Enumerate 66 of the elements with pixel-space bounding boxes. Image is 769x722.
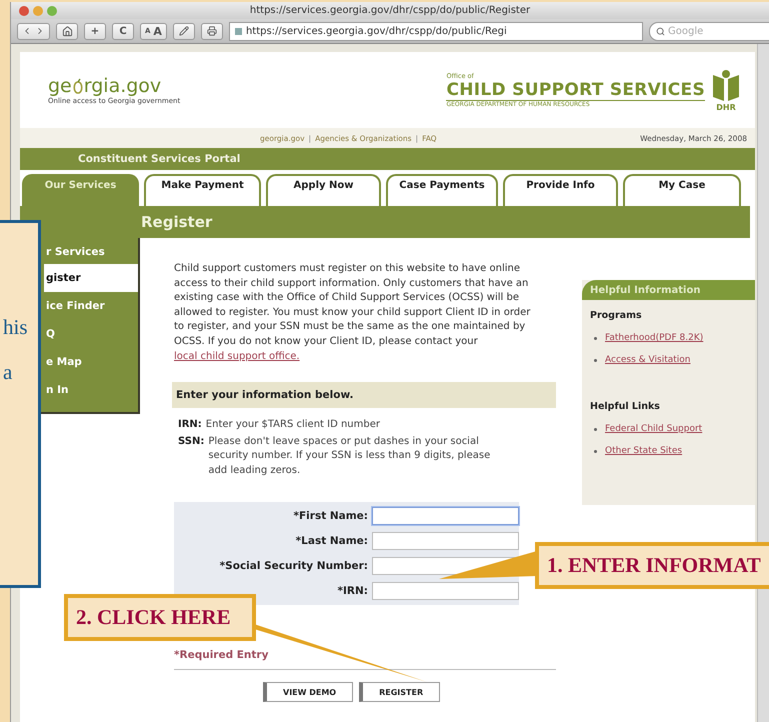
callout-text: his bbox=[3, 317, 28, 338]
edit-button[interactable] bbox=[172, 22, 195, 40]
address-field[interactable]: https://services.georgia.gov/dhr/cspp/do/public/Regi bbox=[228, 22, 643, 40]
peach-icon bbox=[72, 78, 84, 94]
input-field[interactable] bbox=[372, 582, 519, 600]
note-term: SSN: bbox=[178, 434, 204, 449]
nav-tab[interactable]: Provide Info bbox=[503, 174, 618, 208]
form-heading: Enter your information below. bbox=[172, 382, 556, 408]
required-note: *Required Entry bbox=[174, 649, 270, 662]
bullet-icon bbox=[594, 428, 597, 430]
home-button[interactable] bbox=[56, 22, 78, 40]
sidebar-item[interactable]: Q bbox=[44, 320, 138, 348]
bullet-icon bbox=[594, 336, 597, 340]
portal-bar: Constituent Services Portal bbox=[20, 148, 755, 170]
panel-heading: Programs bbox=[589, 309, 643, 323]
nav-tab[interactable]: Apply Now bbox=[266, 174, 381, 208]
logo-text: ge bbox=[48, 75, 72, 97]
back-forward-button[interactable] bbox=[17, 22, 50, 40]
field-label: *IRN: bbox=[338, 585, 368, 598]
sidebar-item[interactable]: ice Finder bbox=[44, 292, 138, 320]
bullet-icon bbox=[594, 450, 597, 452]
note-term: IRN: bbox=[178, 418, 202, 432]
field-label: *Last Name: bbox=[296, 535, 368, 548]
sidebar-item[interactable]: n In bbox=[44, 376, 138, 404]
callout-label: 2. CLICK HERE bbox=[64, 594, 256, 641]
bullet-icon bbox=[594, 358, 597, 362]
nav-tab[interactable]: My Case bbox=[623, 174, 741, 208]
sidebar-heading: r Services bbox=[46, 246, 106, 260]
panel-heading: Helpful Links bbox=[589, 400, 661, 414]
agency-name: CHILD SUPPORT SERVICES bbox=[446, 80, 705, 100]
note-text: Enter your $TARS client ID number bbox=[206, 418, 381, 432]
page-title: Register bbox=[138, 206, 750, 238]
panel-link[interactable]: Fatherhood(PDF 8.2K) bbox=[605, 333, 704, 343]
sidebar-item[interactable]: e Map bbox=[44, 348, 138, 376]
view-demo-button[interactable]: VIEW DEMO bbox=[263, 682, 354, 702]
input-field[interactable] bbox=[372, 507, 519, 526]
nav-tab[interactable]: Case Payments bbox=[386, 174, 498, 208]
search-icon bbox=[656, 26, 665, 36]
toolbar-button[interactable]: + bbox=[84, 22, 106, 40]
panel-link[interactable]: Other State Sites bbox=[605, 446, 682, 456]
home-icon bbox=[62, 26, 72, 36]
field-label: *Social Security Number: bbox=[220, 560, 368, 572]
intro-paragraph: Child support customers must register on this website to have online access to their child support information. Only customers that have an existing case with the Office of Child Support Services (OCSS) will be allowed to register. You must know your child support Client ID in order to register, and your SSN must be the same as the one maintained by OCSS. If you do not know your Client ID, please contact your local child support office. bbox=[174, 262, 532, 364]
register-button[interactable]: REGISTER bbox=[359, 682, 440, 702]
office-link[interactable]: local child support office. bbox=[174, 350, 300, 362]
print-button[interactable] bbox=[200, 22, 223, 40]
field-label: *First Name: bbox=[294, 510, 368, 522]
toolbar-button[interactable]: C bbox=[112, 22, 134, 40]
nav-tab[interactable]: Make Payment bbox=[144, 174, 261, 208]
callout-label: 1. ENTER INFORMAT bbox=[535, 542, 769, 589]
close-icon[interactable] bbox=[19, 6, 29, 16]
printer-icon bbox=[206, 26, 217, 36]
input-field[interactable] bbox=[372, 532, 519, 550]
minimize-icon[interactable] bbox=[33, 6, 43, 16]
panel-link[interactable]: Access & Visitation bbox=[605, 355, 690, 365]
logo-text: rgia.gov bbox=[84, 75, 162, 97]
panel-title: Helpful Information bbox=[582, 280, 755, 300]
zoom-icon[interactable] bbox=[47, 6, 57, 16]
pencil-icon bbox=[178, 26, 189, 36]
window-title: https://services.georgia.gov/dhr/cspp/do/public/Register bbox=[248, 5, 532, 16]
panel-link[interactable]: Federal Child Support bbox=[605, 424, 702, 434]
note-text: Please don't leave spaces or put dashes in your social security number. If your SSN is less than 9 digits, please add leading zeros. bbox=[208, 434, 492, 478]
emblem-text: DHR bbox=[716, 102, 736, 112]
sidebar-item[interactable]: gister bbox=[44, 264, 138, 292]
page-icon bbox=[234, 26, 243, 36]
callout-text: a bbox=[3, 362, 12, 383]
